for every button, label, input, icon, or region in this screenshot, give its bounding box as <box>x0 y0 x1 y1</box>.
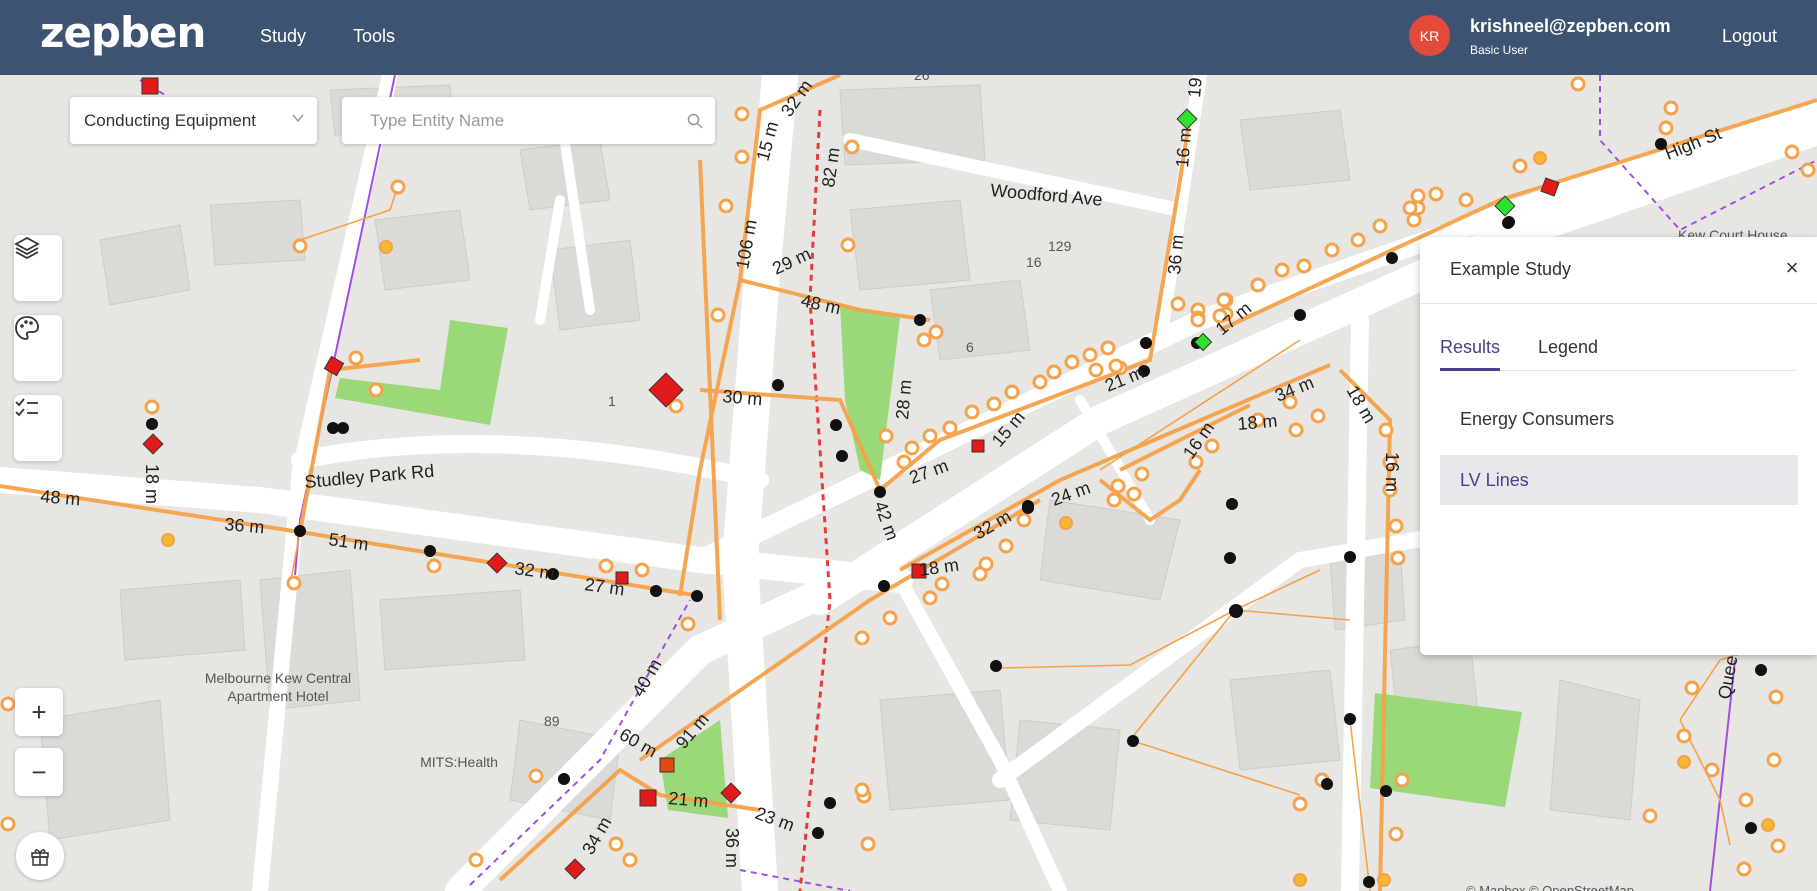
chevron-down-icon <box>292 114 304 123</box>
top-bar: zepben Study Tools KR krishneel@zepben.c… <box>0 0 1817 75</box>
study-panel: Example Study × Results Legend Energy Co… <box>1420 237 1817 655</box>
result-item-label: LV Lines <box>1460 470 1529 490</box>
result-item-lv-lines[interactable]: LV Lines <box>1440 455 1798 505</box>
house-number: 1 <box>608 393 616 409</box>
distance-label: 36 m <box>722 828 742 868</box>
palette-icon <box>15 316 39 340</box>
result-item-label: Energy Consumers <box>1460 409 1615 429</box>
plus-icon: + <box>31 696 47 727</box>
checklist-button[interactable] <box>14 395 62 461</box>
checklist-icon <box>15 398 38 417</box>
dropdown-selected-value: Conducting Equipment <box>84 111 257 130</box>
poi-label-hotel-2: Apartment Hotel <box>227 688 328 704</box>
map-attribution: © Mapbox © OpenStreetMap <box>1466 883 1634 891</box>
active-tab-indicator <box>1440 368 1500 371</box>
zepben-logo[interactable]: zepben <box>40 8 206 57</box>
entity-search[interactable] <box>342 97 715 144</box>
nav-study[interactable]: Study <box>260 26 306 47</box>
user-role: Basic User <box>1470 43 1529 57</box>
poi-label-mits-health: MITS:Health <box>420 754 498 770</box>
user-email: krishneel@zepben.com <box>1470 16 1671 36</box>
distance-label: 16 m <box>1382 452 1402 492</box>
style-button[interactable] <box>14 315 62 381</box>
house-number: 26 <box>914 75 930 83</box>
gift-icon <box>31 849 49 866</box>
distance-label: 36 m <box>1164 234 1187 276</box>
poi-label-hotel-1: Melbourne Kew Central <box>205 670 351 686</box>
distance-label: 19 m <box>1184 75 1207 98</box>
result-item-energy-consumers[interactable]: Energy Consumers <box>1440 394 1798 444</box>
panel-divider <box>1420 303 1817 304</box>
equipment-type-dropdown[interactable]: Conducting Equipment <box>70 97 317 144</box>
house-number: 6 <box>966 339 974 355</box>
house-number: 16 <box>1026 254 1042 270</box>
layers-button[interactable] <box>14 235 62 301</box>
house-number: 89 <box>544 713 560 729</box>
study-panel-title: Example Study <box>1450 259 1572 279</box>
layers-icon <box>14 236 40 260</box>
zoom-out-button[interactable]: − <box>15 748 63 796</box>
search-icon[interactable] <box>687 113 703 129</box>
minus-icon: − <box>31 756 47 787</box>
distance-label: 18 m <box>1237 411 1279 434</box>
close-icon[interactable]: × <box>1781 255 1803 280</box>
distance-label: 16 m <box>1172 127 1195 169</box>
distance-label: 18 m <box>142 464 162 504</box>
entity-search-input[interactable] <box>368 107 672 135</box>
distance-label: 48 m <box>40 486 82 509</box>
avatar[interactable]: KR <box>1409 15 1450 56</box>
zoom-in-button[interactable]: + <box>15 688 63 736</box>
house-number: 129 <box>1048 238 1072 254</box>
gift-button[interactable] <box>16 832 64 880</box>
logout-button[interactable]: Logout <box>1722 26 1777 47</box>
tab-legend[interactable]: Legend <box>1538 337 1598 358</box>
distance-label: 28 m <box>892 379 915 421</box>
distance-label: 30 m <box>722 386 764 409</box>
tab-results[interactable]: Results <box>1440 337 1500 358</box>
distance-label: 36 m <box>224 514 266 537</box>
nav-tools[interactable]: Tools <box>353 26 395 47</box>
park-3 <box>1370 693 1522 807</box>
distance-label: 21 m <box>668 788 710 811</box>
